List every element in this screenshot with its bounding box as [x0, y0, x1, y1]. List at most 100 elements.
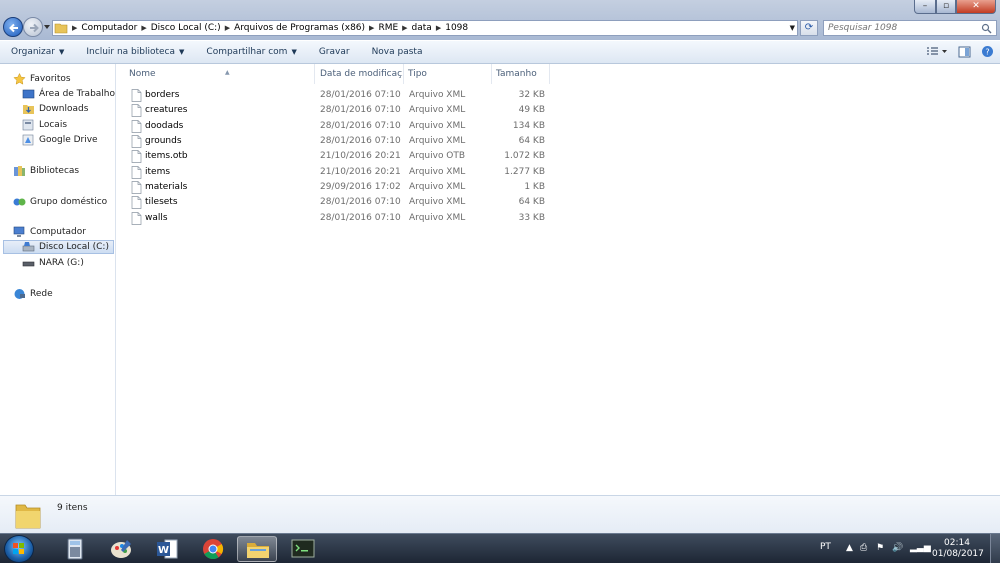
column-header-size[interactable]: Tamanho [492, 64, 550, 84]
taskbar-terminal[interactable] [283, 536, 323, 562]
recent-places-icon [22, 119, 34, 131]
minimize-button[interactable]: – [914, 0, 936, 14]
breadcrumb-computer[interactable]: Computador [81, 23, 137, 33]
burn-button[interactable]: Gravar [308, 47, 361, 57]
nav-computer[interactable]: Computador [13, 225, 86, 239]
column-headers: Nome ▲ Data de modificaç... Tipo Tamanho [117, 64, 1000, 84]
start-button[interactable] [4, 535, 34, 563]
explorer-icon [247, 543, 269, 558]
file-row-doodads[interactable]: doodads 28/01/2016 07:10 Arquivo XML 134… [129, 119, 559, 134]
address-bar[interactable]: ▶ Computador ▶ Disco Local (C:) ▶ Arquiv… [52, 20, 798, 36]
file-row-walls[interactable]: walls 28/01/2016 07:10 Arquivo XML 33 KB [129, 211, 559, 226]
close-button[interactable]: ✕ [956, 0, 996, 14]
maximize-button[interactable]: ▫ [936, 0, 956, 14]
show-desktop-button[interactable] [990, 534, 1000, 563]
breadcrumb-1098[interactable]: 1098 [445, 23, 468, 33]
column-header-name-label: Nome [129, 69, 156, 79]
word-icon: W [157, 539, 178, 559]
taskbar-explorer[interactable] [237, 536, 277, 562]
file-type: Arquivo XML [409, 121, 466, 131]
address-dropdown-icon[interactable]: ▼ [790, 24, 795, 32]
breadcrumb-separator[interactable]: ▶ [225, 24, 230, 32]
language-indicator[interactable]: PT [820, 542, 831, 552]
star-icon [13, 73, 26, 85]
nav-desktop[interactable]: Área de Trabalho [22, 87, 115, 101]
volume-icon[interactable]: 🔊 [892, 543, 903, 553]
file-date: 28/01/2016 07:10 [320, 121, 401, 131]
file-date: 28/01/2016 07:10 [320, 213, 401, 223]
nav-google-drive[interactable]: Google Drive [22, 133, 98, 147]
new-folder-button[interactable]: Nova pasta [361, 47, 434, 57]
nav-computer-label: Computador [30, 227, 86, 237]
taskbar-chrome[interactable] [193, 536, 233, 562]
file-icon [131, 166, 142, 179]
libraries-icon [14, 166, 25, 176]
file-name: creatures [145, 105, 188, 115]
show-hidden-icons-icon[interactable]: ▲ [846, 543, 853, 553]
clock-date: 01/08/2017 [932, 549, 984, 559]
nav-favorites[interactable]: Favoritos [13, 72, 71, 86]
nav-downloads[interactable]: Downloads [22, 102, 88, 116]
network-signal-icon[interactable]: ▂▃▅ [910, 543, 931, 553]
include-library-button[interactable]: Incluir na biblioteca ▼ [75, 47, 195, 57]
chevron-down-icon: ▼ [59, 48, 65, 56]
file-size: 64 KB [518, 197, 545, 207]
back-button[interactable] [3, 17, 23, 37]
refresh-button[interactable]: ⟳ [800, 20, 818, 36]
help-icon[interactable]: ? [981, 45, 994, 58]
recent-pages-dropdown[interactable] [43, 23, 51, 31]
search-input[interactable] [824, 21, 974, 35]
action-center-flag-icon[interactable]: ⚑ [876, 543, 884, 553]
breadcrumb-separator[interactable]: ▶ [402, 24, 407, 32]
breadcrumb-local-disk[interactable]: Disco Local (C:) [151, 23, 221, 33]
file-row-grounds[interactable]: grounds 28/01/2016 07:10 Arquivo XML 64 … [129, 134, 559, 149]
breadcrumb-separator[interactable]: ▶ [369, 24, 374, 32]
folder-large-icon [15, 504, 41, 529]
file-date: 28/01/2016 07:10 [320, 105, 401, 115]
breadcrumb-rme[interactable]: RME [378, 23, 398, 33]
file-row-creatures[interactable]: creatures 28/01/2016 07:10 Arquivo XML 4… [129, 103, 559, 118]
file-name: tilesets [145, 197, 178, 207]
nav-network[interactable]: Rede [13, 287, 53, 301]
folder-icon [54, 23, 68, 34]
file-icon [131, 89, 142, 102]
column-header-type[interactable]: Tipo [404, 64, 492, 84]
calculator-icon [67, 538, 83, 560]
column-header-name[interactable]: Nome ▲ [125, 64, 315, 84]
navigation-pane: Favoritos Área de Trabalho Downloads Loc… [0, 64, 116, 495]
file-row-materials[interactable]: materials 29/09/2016 17:02 Arquivo XML 1… [129, 180, 559, 195]
clock[interactable]: 02:14 01/08/2017 [932, 538, 984, 560]
file-row-tilesets[interactable]: tilesets 28/01/2016 07:10 Arquivo XML 64… [129, 195, 559, 210]
file-row-borders[interactable]: borders 28/01/2016 07:10 Arquivo XML 32 … [129, 88, 559, 103]
organize-button[interactable]: Organizar ▼ [0, 47, 75, 57]
file-type: Arquivo XML [409, 197, 466, 207]
view-options-icon[interactable] [926, 46, 948, 58]
nav-nara-drive[interactable]: NARA (G:) [22, 256, 84, 270]
nav-places[interactable]: Locais [22, 118, 67, 132]
column-header-date[interactable]: Data de modificaç... [316, 64, 404, 84]
taskbar-paint[interactable] [101, 536, 141, 562]
file-row-items-otb[interactable]: items.otb 21/10/2016 20:21 Arquivo OTB 1… [129, 149, 559, 164]
preview-pane-icon[interactable] [958, 46, 971, 58]
nav-homegroup[interactable]: Grupo doméstico [13, 195, 107, 209]
taskbar-calculator[interactable] [55, 536, 95, 562]
taskbar-word[interactable]: W [147, 536, 187, 562]
search-box[interactable] [823, 20, 997, 36]
file-date: 28/01/2016 07:10 [320, 136, 401, 146]
share-button[interactable]: Compartilhar com ▼ [195, 47, 307, 57]
file-type: Arquivo XML [409, 136, 466, 146]
breadcrumb-data[interactable]: data [412, 23, 432, 33]
search-icon[interactable] [981, 23, 992, 34]
breadcrumb-program-files[interactable]: Arquivos de Programas (x86) [234, 23, 365, 33]
details-pane: 9 itens [0, 495, 1000, 533]
nav-libraries[interactable]: Bibliotecas [13, 164, 79, 178]
nav-local-disk[interactable]: Disco Local (C:) [3, 240, 114, 254]
device-icon[interactable]: ⎙ [860, 543, 867, 553]
refresh-icon: ⟳ [804, 22, 814, 33]
file-row-items[interactable]: items 21/10/2016 20:21 Arquivo XML 1.277… [129, 165, 559, 180]
breadcrumb-separator[interactable]: ▶ [436, 24, 441, 32]
nav-local-disk-label: Disco Local (C:) [39, 242, 109, 252]
breadcrumb-separator[interactable]: ▶ [141, 24, 146, 32]
forward-button[interactable] [23, 17, 43, 37]
sort-ascending-icon: ▲ [225, 69, 230, 76]
